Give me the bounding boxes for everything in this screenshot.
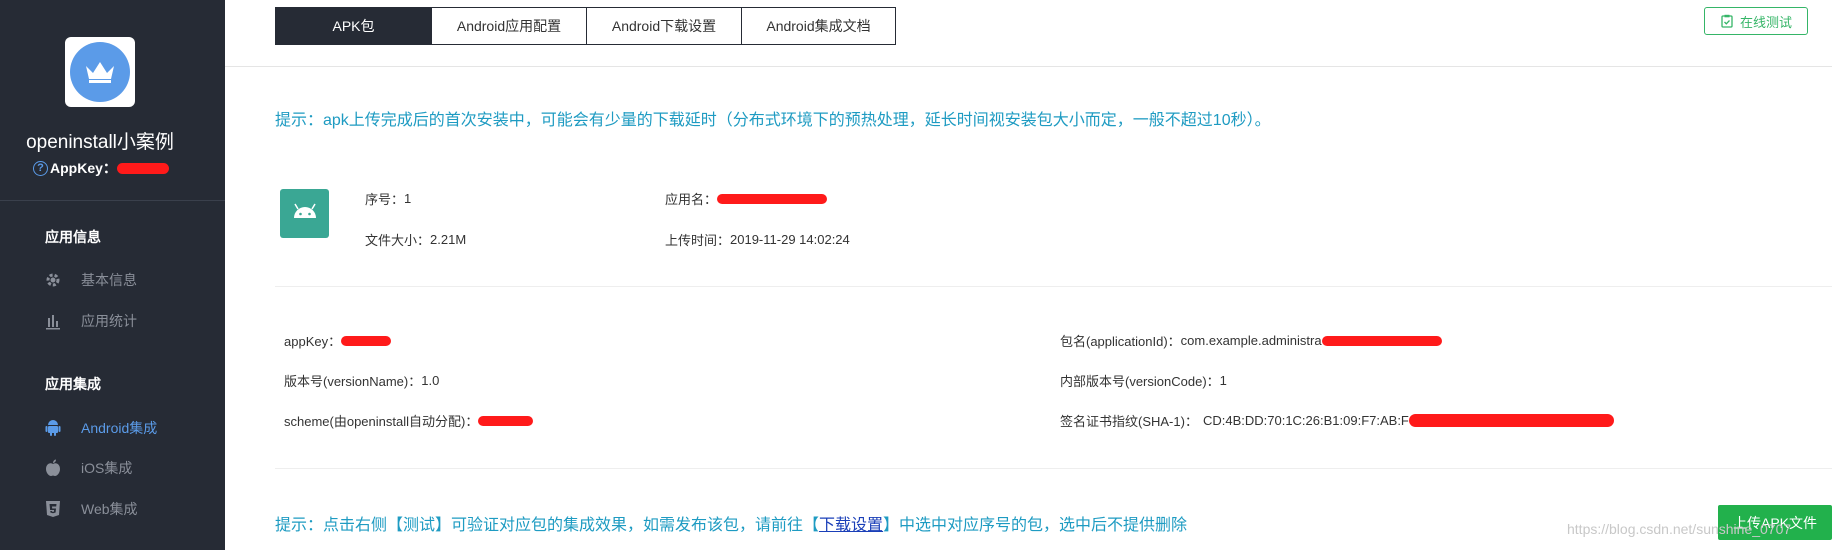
app-name: openinstall小案例 [26, 132, 174, 153]
sidebar-item-label: Web集成 [81, 501, 138, 517]
section-title-integration: 应用集成 [45, 376, 101, 392]
redacted-scheme [478, 415, 534, 426]
header-divider [225, 66, 1832, 67]
clipboard-icon [1720, 14, 1734, 28]
download-settings-link[interactable]: 下载设置 [819, 517, 883, 534]
upload-tip: 提示：apk上传完成后的首次安装中，可能会有少量的下载延时（分布式环境下的预热处… [275, 112, 1271, 129]
appkey-label: AppKey： [50, 160, 117, 176]
section-title-app-info: 应用信息 [45, 229, 101, 245]
detail-sha1: 签名证书指纹(SHA-1)： CD:4B:DD:70:1C:26:B1:09:F… [1060, 411, 1614, 430]
bar-chart-icon [44, 312, 62, 330]
sidebar-item-web[interactable]: Web集成 [44, 499, 138, 519]
sidebar-item-label: Android集成 [81, 420, 158, 436]
html5-icon [44, 500, 62, 518]
apple-icon [44, 459, 62, 477]
watermark: https://blog.csdn.net/sunshine_0707 [1567, 521, 1792, 537]
sidebar-item-android[interactable]: Android集成 [44, 418, 157, 438]
apk-seq: 序号： 1 [365, 191, 412, 207]
redacted-appkey-value [341, 335, 392, 346]
android-icon [44, 419, 62, 437]
tab-android-download-settings[interactable]: Android下载设置 [587, 8, 742, 44]
apk-app-name: 应用名： [665, 189, 828, 208]
crown-icon [70, 42, 130, 102]
detail-appkey: appKey： [284, 331, 392, 350]
sidebar-divider [0, 200, 225, 201]
online-test-label: 在线测试 [1739, 14, 1792, 30]
sidebar-item-ios[interactable]: iOS集成 [44, 458, 132, 478]
online-test-button[interactable]: 在线测试 [1704, 7, 1808, 35]
detail-package-name: 包名(applicationId)： com.example.administra [1060, 331, 1442, 350]
detail-version-name: 版本号(versionName)： 1.0 [284, 373, 440, 389]
apk-upload-time: 上传时间： 2019-11-29 14:02:24 [665, 232, 850, 248]
publish-tip: 提示：点击右侧【测试】可验证对应包的集成效果，如需发布该包，请前往【下载设置】中… [275, 517, 1188, 534]
sidebar-item-label: iOS集成 [81, 460, 133, 476]
gear-icon [44, 271, 62, 289]
help-icon[interactable]: ? [33, 160, 48, 176]
section-divider [275, 468, 1832, 469]
tab-android-integration-docs[interactable]: Android集成文档 [742, 8, 895, 44]
tab-apk[interactable]: APK包 [276, 8, 432, 44]
redacted-sha1 [1408, 414, 1614, 427]
section-divider [275, 286, 1832, 287]
redacted-package-suffix [1321, 335, 1442, 346]
sidebar-item-basic-info[interactable]: 基本信息 [44, 270, 137, 290]
tab-bar: APK包 Android应用配置 Android下载设置 Android集成文档 [275, 7, 896, 45]
detail-scheme: scheme(由openinstall自动分配)： [284, 411, 534, 430]
appkey-line: ? AppKey： [33, 158, 169, 178]
detail-version-code: 内部版本号(versionCode)： 1 [1060, 373, 1227, 389]
apk-file-size: 文件大小： 2.21M [365, 232, 467, 248]
app-logo [65, 37, 135, 107]
sidebar-item-app-stats[interactable]: 应用统计 [44, 311, 137, 331]
android-apk-icon [280, 189, 329, 238]
tab-android-app-config[interactable]: Android应用配置 [432, 8, 587, 44]
redacted-appkey [116, 162, 169, 174]
sidebar-item-label: 应用统计 [81, 313, 137, 329]
redacted-app-name [717, 193, 828, 204]
sidebar: openinstall小案例 ? AppKey： 应用信息 基本信息 应用统计 … [0, 0, 225, 550]
sidebar-item-label: 基本信息 [81, 272, 137, 288]
